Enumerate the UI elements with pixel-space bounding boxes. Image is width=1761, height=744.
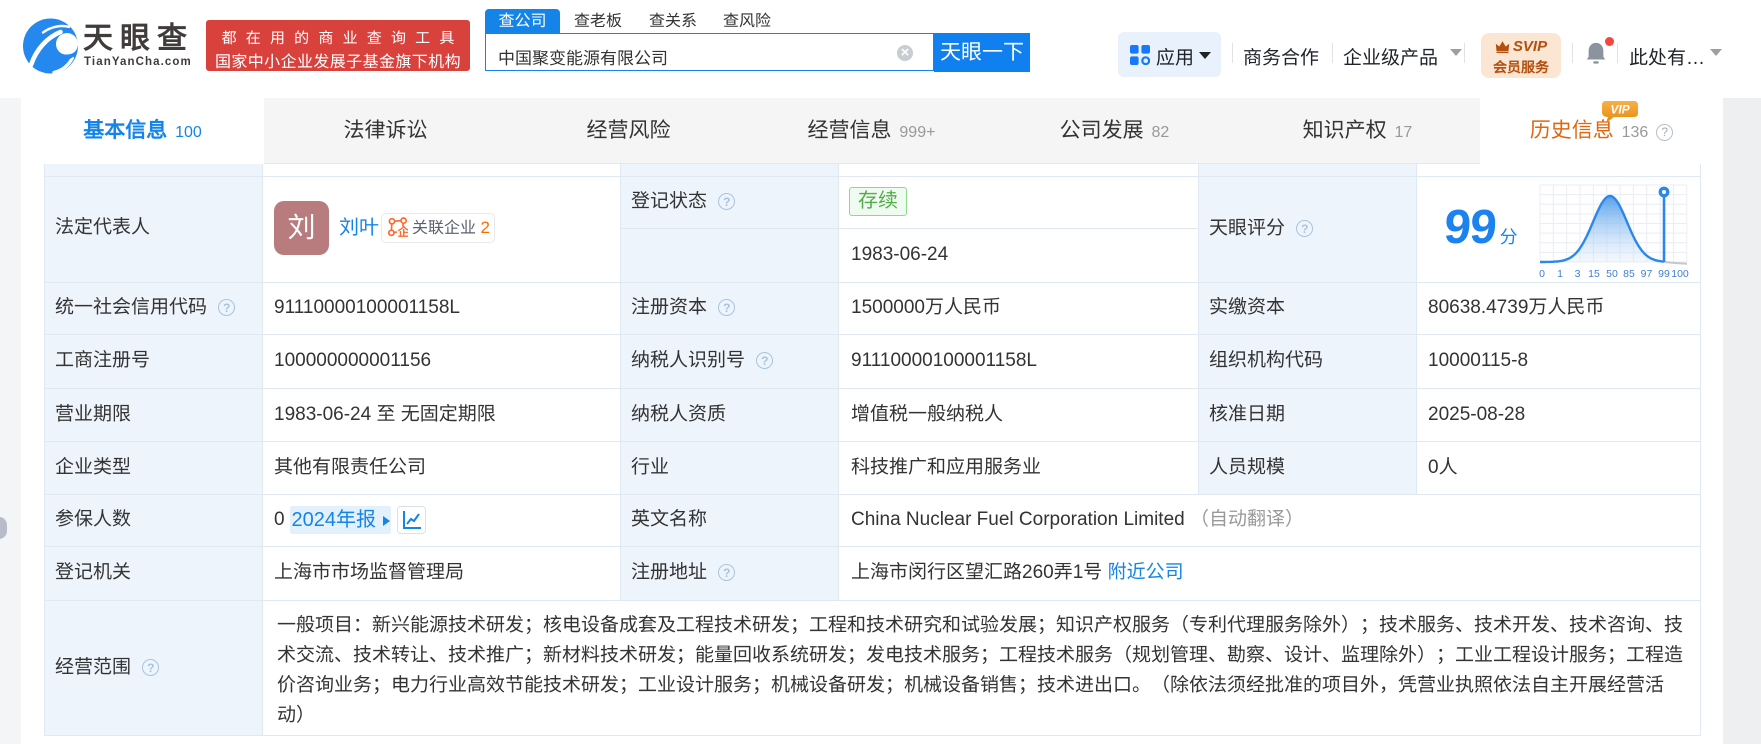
svg-text:15: 15 <box>1588 268 1600 280</box>
svg-text:85: 85 <box>1623 268 1635 280</box>
svg-text:99: 99 <box>1658 268 1670 280</box>
svg-text:100: 100 <box>1671 268 1689 280</box>
svg-text:3: 3 <box>1575 268 1581 280</box>
svg-text:VIP: VIP <box>1610 103 1630 117</box>
svg-text:0: 0 <box>1539 268 1545 280</box>
svg-text:50: 50 <box>1606 268 1618 280</box>
svg-text:1: 1 <box>1557 268 1563 280</box>
svg-text:企: 企 <box>397 225 408 237</box>
svg-text:97: 97 <box>1641 268 1653 280</box>
